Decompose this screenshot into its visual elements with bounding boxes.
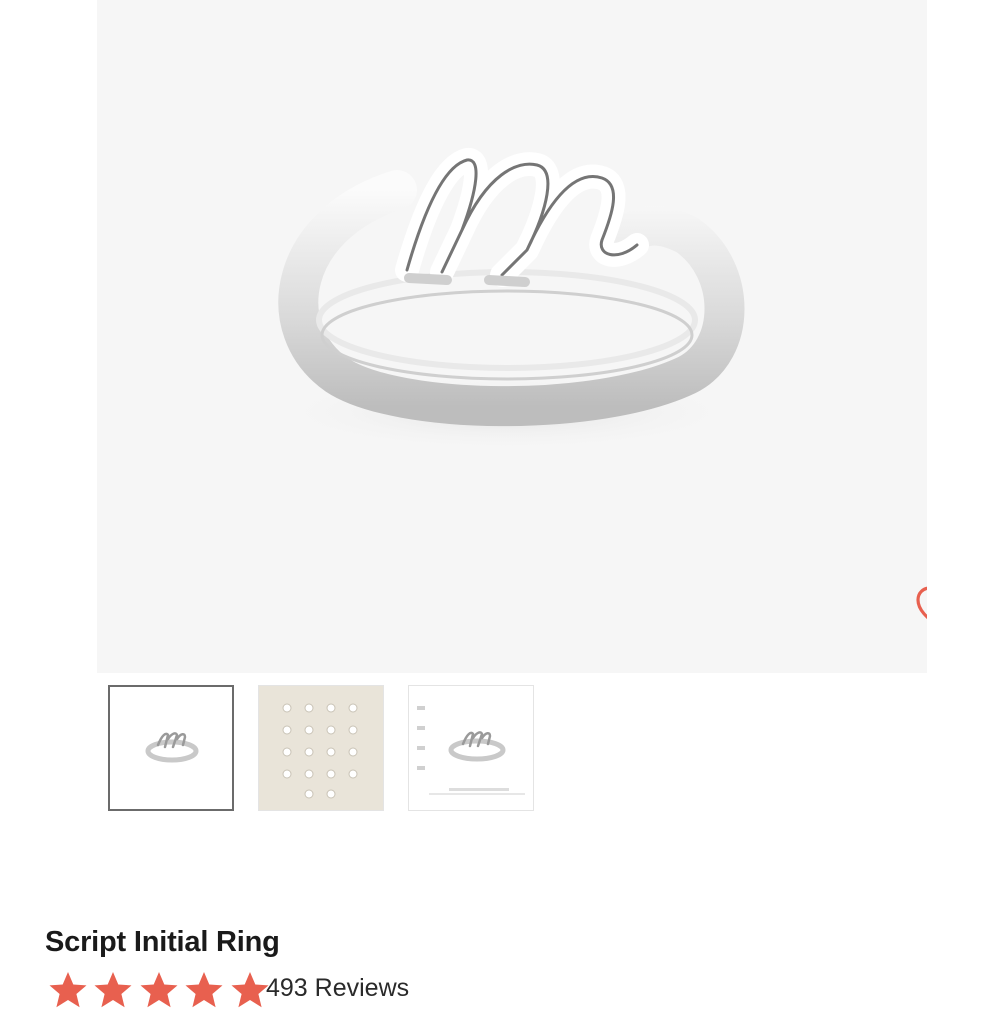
reviews-link[interactable]: 493 Reviews — [266, 974, 409, 1003]
heart-icon — [916, 586, 927, 620]
ring-thumbnail-image — [145, 732, 199, 763]
favorite-button[interactable] — [915, 585, 927, 633]
scale-thumbnail-image — [417, 706, 525, 795]
star-icon — [140, 972, 178, 1008]
star-icon — [231, 972, 269, 1008]
star-icon — [49, 972, 87, 1008]
product-main-image[interactable] — [97, 0, 927, 673]
thumbnail-ring-size-scale[interactable] — [408, 685, 534, 811]
thumbnail-ring-side-view[interactable] — [108, 685, 234, 811]
letters-thumbnail-image — [259, 686, 383, 810]
star-icon — [185, 972, 223, 1008]
star-icon — [94, 972, 132, 1008]
product-title: Script Initial Ring — [45, 926, 280, 958]
thumbnail-letter-options-grid[interactable] — [258, 685, 384, 811]
star-rating — [48, 970, 271, 1015]
script-m-ring-illustration — [267, 148, 747, 452]
